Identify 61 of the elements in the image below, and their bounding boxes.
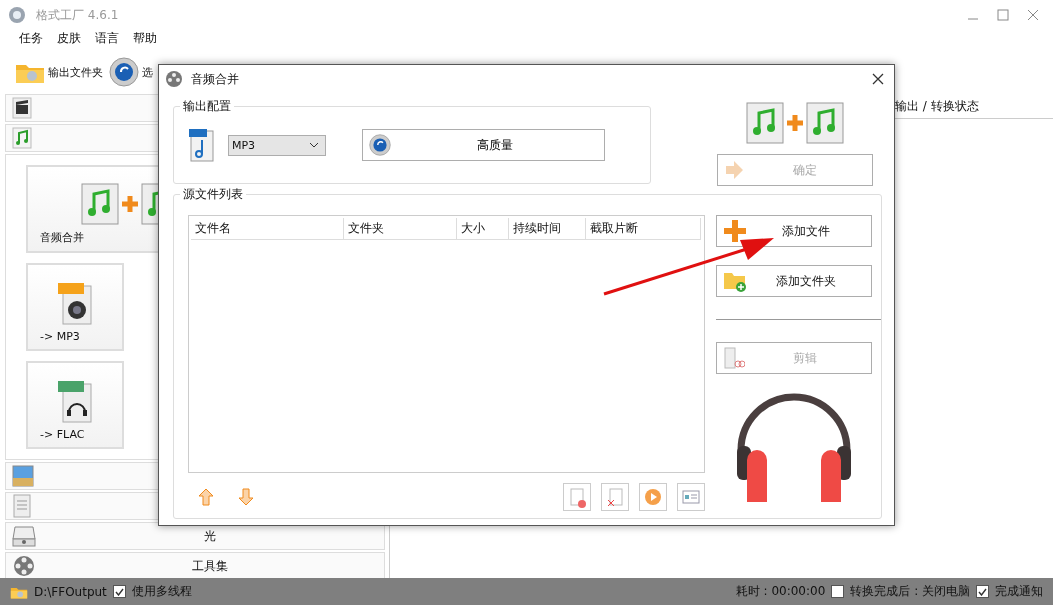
chevron-down-icon [309,142,319,148]
column-header[interactable]: 文件夹 [344,218,457,240]
sidebar-section[interactable]: 光 [5,522,385,550]
checkbox[interactable] [831,585,845,598]
checkbox[interactable] [976,585,989,598]
film-scissors-icon [723,347,745,369]
action-button[interactable]: 添加文件 [716,215,872,247]
checkbox-label: 完成通知 [995,583,1043,600]
arrow-up-icon[interactable] [198,488,214,506]
gear-icon [369,134,391,156]
column-header[interactable]: 文件名 [191,218,344,240]
window-title: 格式工厂 4.6.1 [36,6,119,24]
column-header[interactable]: 大小 [457,218,509,240]
group-title: 输出配置 [180,98,234,115]
arrow-right-icon [724,160,744,180]
output-path: D:\FFOutput [34,584,107,599]
format-tile[interactable]: -> FLAC [26,361,124,449]
format-tile[interactable]: -> MP3 [26,263,124,351]
music-merge-icon [745,101,845,145]
close-icon[interactable] [872,73,884,85]
checkmark-icon [978,587,987,596]
section-label: 光 [203,527,217,545]
action-button[interactable]: 添加文件夹 [716,265,872,297]
checkbox-label: 使用多线程 [131,583,192,600]
group-title: 源文件列表 [180,186,246,203]
app-logo-icon [8,6,26,24]
column-header[interactable]: 截取片断 [586,218,701,240]
menu-item[interactable]: 帮助 [126,30,164,46]
gear-icon [109,57,139,87]
format-dropdown[interactable]: MP3 [228,134,326,156]
arrow-down-icon[interactable] [238,488,254,506]
folder-plus-icon [723,270,747,292]
menu-item[interactable]: 皮肤 [50,30,88,46]
checkmark-icon [114,587,124,596]
section-label: 工具集 [191,557,229,575]
column-header[interactable]: 持续时间 [509,218,586,240]
film-reel-icon [165,70,183,88]
play-icon[interactable] [642,486,664,508]
flac-headset-file-icon [57,380,93,424]
tile-label: -> FLAC [39,428,85,441]
film-clapper-icon [12,97,32,119]
dialog-title: 音频合并 [191,70,239,88]
toolbar-button[interactable]: 输出文件夹 [15,60,103,84]
sidebar-section[interactable]: 工具集 [5,552,385,580]
maximize-icon[interactable] [997,9,1009,21]
disc-drive-icon [12,525,36,547]
quality-button[interactable]: 高质量 [362,129,605,161]
checkbox[interactable] [112,585,126,598]
toolbar-button[interactable]: 选 [109,57,153,87]
tile-label: -> MP3 [39,330,80,343]
plus-icon [723,219,747,243]
music-note-icon [12,127,32,149]
audio-file-icon [188,128,214,162]
film-reel-icon [12,554,36,578]
landscape-picture-icon [12,465,34,487]
elapsed-time: 耗时 : 00:00:00 [735,583,826,600]
tile-label: 音频合并 [39,230,84,245]
checkbox-label: 转换完成后 : 关闭电脑 [850,583,970,600]
mp3-speaker-file-icon [57,282,93,326]
menu-item[interactable]: 任务 [12,30,50,46]
menu-item[interactable]: 语言 [88,30,126,46]
